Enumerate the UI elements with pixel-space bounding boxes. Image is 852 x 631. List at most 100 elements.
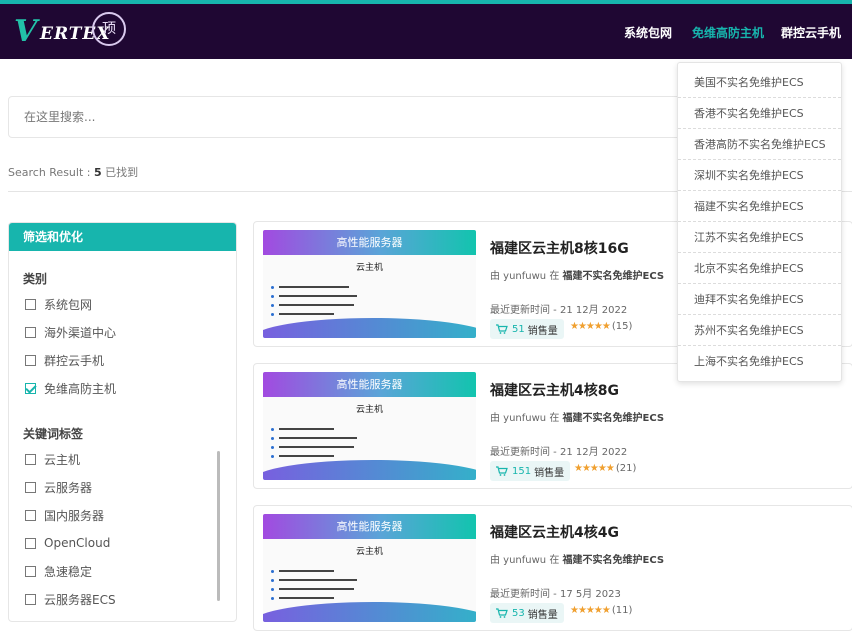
review-count: (21) [615, 463, 637, 474]
category-label: 系统包网 [44, 297, 93, 312]
sales-label: 销售量 [527, 325, 558, 337]
thumb-subtitle: 云主机 [355, 263, 383, 273]
rating: ★★★★★ (11) [570, 605, 632, 616]
nav-system-package[interactable]: 系统包网 [624, 24, 672, 41]
tag-label: 云服务器ECS [44, 592, 116, 607]
checkbox-icon[interactable] [25, 593, 36, 605]
tag-item[interactable]: OpenCloud [25, 535, 110, 551]
cart-icon [496, 324, 508, 334]
category-label: 海外渠道中心 [44, 325, 117, 340]
check-icon[interactable] [25, 382, 36, 394]
dropdown-item-fujian[interactable]: 福建不实名免维护ECS [678, 191, 841, 222]
product-card[interactable]: 高性能服务器 云主机 福建区云主机4核4G 由 yunfuwu 在 福建不实名免… [253, 505, 852, 631]
tag-label: 云主机 [44, 452, 81, 467]
dropdown-item-hongkong[interactable]: 香港不实名免维护ECS [678, 98, 841, 129]
star-icons: ★★★★★ [570, 605, 611, 616]
vertex-logo[interactable]: V ERTEX 顶 [14, 12, 126, 52]
tag-item[interactable]: 国内服务器 [25, 507, 104, 523]
result-count: 5 [93, 166, 102, 179]
logo-seal: 顶 [92, 12, 126, 46]
search-input[interactable] [9, 97, 697, 137]
checkbox-icon[interactable] [25, 453, 36, 465]
tag-label: 云服务器 [44, 480, 93, 495]
thumb-banner: 高性能服务器 [263, 514, 476, 539]
result-suffix: 已找到 [101, 166, 139, 179]
dropdown-item-jiangsu[interactable]: 江苏不实名免维护ECS [678, 222, 841, 253]
checkbox-icon[interactable] [25, 298, 36, 310]
thumb-subtitle: 云主机 [355, 405, 383, 415]
nav-cloud-phone[interactable]: 群控云手机 [781, 24, 841, 41]
checkbox-icon[interactable] [25, 509, 36, 521]
product-updated: 最近更新时间 - 21 12月 2022 [490, 447, 628, 458]
product-category-link[interactable]: 福建不实名免维护ECS [563, 555, 665, 566]
dropdown-item-dubai[interactable]: 迪拜不实名免维护ECS [678, 284, 841, 315]
checkbox-icon[interactable] [25, 326, 36, 338]
product-title[interactable]: 福建区云主机4核8G [490, 380, 619, 400]
cart-icon [496, 466, 508, 476]
checkbox-icon[interactable] [25, 537, 36, 549]
sales-count: 151 [512, 465, 532, 477]
nav-ddos-host[interactable]: 免维高防主机 [692, 24, 764, 41]
product-category-link[interactable]: 福建不实名免维护ECS [563, 413, 665, 424]
review-count: (11) [611, 605, 633, 616]
tag-item[interactable]: 云服务器ECS [25, 591, 116, 607]
category-item-cloud-phone[interactable]: 群控云手机 [25, 352, 104, 368]
product-title[interactable]: 福建区云主机4核4G [490, 522, 619, 542]
checkbox-icon[interactable] [25, 565, 36, 577]
review-count: (15) [611, 321, 633, 332]
category-item-ddos-host[interactable]: 免维高防主机 [25, 380, 116, 396]
product-byline: 由 yunfuwu 在 福建不实名免维护ECS [490, 271, 665, 282]
search-box [8, 96, 698, 138]
product-category-link[interactable]: 福建不实名免维护ECS [563, 271, 665, 282]
product-thumbnail[interactable]: 高性能服务器 云主机 [263, 230, 476, 338]
dropdown-item-shanghai[interactable]: 上海不实名免维护ECS [678, 346, 841, 377]
tag-item[interactable]: 云服务器 [25, 479, 92, 495]
product-thumbnail[interactable]: 高性能服务器 云主机 [263, 372, 476, 480]
category-item-system-package[interactable]: 系统包网 [25, 296, 92, 312]
dropdown-item-usa[interactable]: 美国不实名免维护ECS [678, 67, 841, 98]
thumb-wave [263, 460, 476, 480]
thumb-banner: 高性能服务器 [263, 230, 476, 255]
rating: ★★★★★ (21) [574, 463, 636, 474]
product-updated: 最近更新时间 - 17 5月 2023 [490, 589, 621, 600]
category-item-overseas[interactable]: 海外渠道中心 [25, 324, 116, 340]
tag-item[interactable]: 云主机 [25, 451, 80, 467]
sales-count: 51 [512, 323, 525, 335]
search-result-summary: Search Result : 5 已找到 [8, 164, 138, 180]
thumb-wave [263, 602, 476, 622]
dropdown-item-hongkong-ddos[interactable]: 香港高防不实名免维护ECS [678, 129, 841, 160]
dropdown-item-shenzhen[interactable]: 深圳不实名免维护ECS [678, 160, 841, 191]
tag-label: 急速稳定 [44, 564, 93, 579]
star-icons: ★★★★★ [570, 321, 611, 332]
checkbox-icon[interactable] [25, 354, 36, 366]
category-label: 免维高防主机 [44, 381, 117, 396]
product-byline: 由 yunfuwu 在 福建不实名免维护ECS [490, 555, 665, 566]
thumb-subtitle: 云主机 [355, 547, 383, 557]
sales-label: 销售量 [527, 609, 558, 621]
category-label: 群控云手机 [44, 353, 105, 368]
sales-badge: 53 销售量 [490, 603, 564, 623]
sales-label: 销售量 [534, 467, 565, 479]
rating: ★★★★★ (15) [570, 321, 632, 332]
filter-sidebar: 筛选和优化 类别 系统包网 海外渠道中心 群控云手机 免维高防主机 关键词标签 … [8, 222, 237, 622]
product-thumbnail[interactable]: 高性能服务器 云主机 [263, 514, 476, 622]
sidebar-title: 筛选和优化 [9, 223, 236, 251]
nav-dropdown-menu: 美国不实名免维护ECS 香港不实名免维护ECS 香港高防不实名免维护ECS 深圳… [677, 62, 842, 382]
tag-label: 国内服务器 [44, 508, 105, 523]
sidebar-scrollbar[interactable] [217, 451, 220, 601]
thumb-wave [263, 318, 476, 338]
sales-badge: 51 销售量 [490, 319, 564, 339]
site-header: V ERTEX 顶 系统包网 免维高防主机 群控云手机 [0, 4, 852, 59]
logo-letter: V [14, 14, 38, 49]
dropdown-item-beijing[interactable]: 北京不实名免维护ECS [678, 253, 841, 284]
checkbox-icon[interactable] [25, 481, 36, 493]
product-title[interactable]: 福建区云主机8核16G [490, 238, 629, 258]
result-label: Search Result : [8, 166, 94, 179]
tag-item[interactable]: 急速稳定 [25, 563, 92, 579]
category-title: 类别 [23, 272, 48, 286]
tag-label: OpenCloud [44, 536, 111, 550]
thumb-banner: 高性能服务器 [263, 372, 476, 397]
dropdown-item-suzhou[interactable]: 苏州不实名免维护ECS [678, 315, 841, 346]
product-updated: 最近更新时间 - 21 12月 2022 [490, 305, 628, 316]
product-byline: 由 yunfuwu 在 福建不实名免维护ECS [490, 413, 665, 424]
